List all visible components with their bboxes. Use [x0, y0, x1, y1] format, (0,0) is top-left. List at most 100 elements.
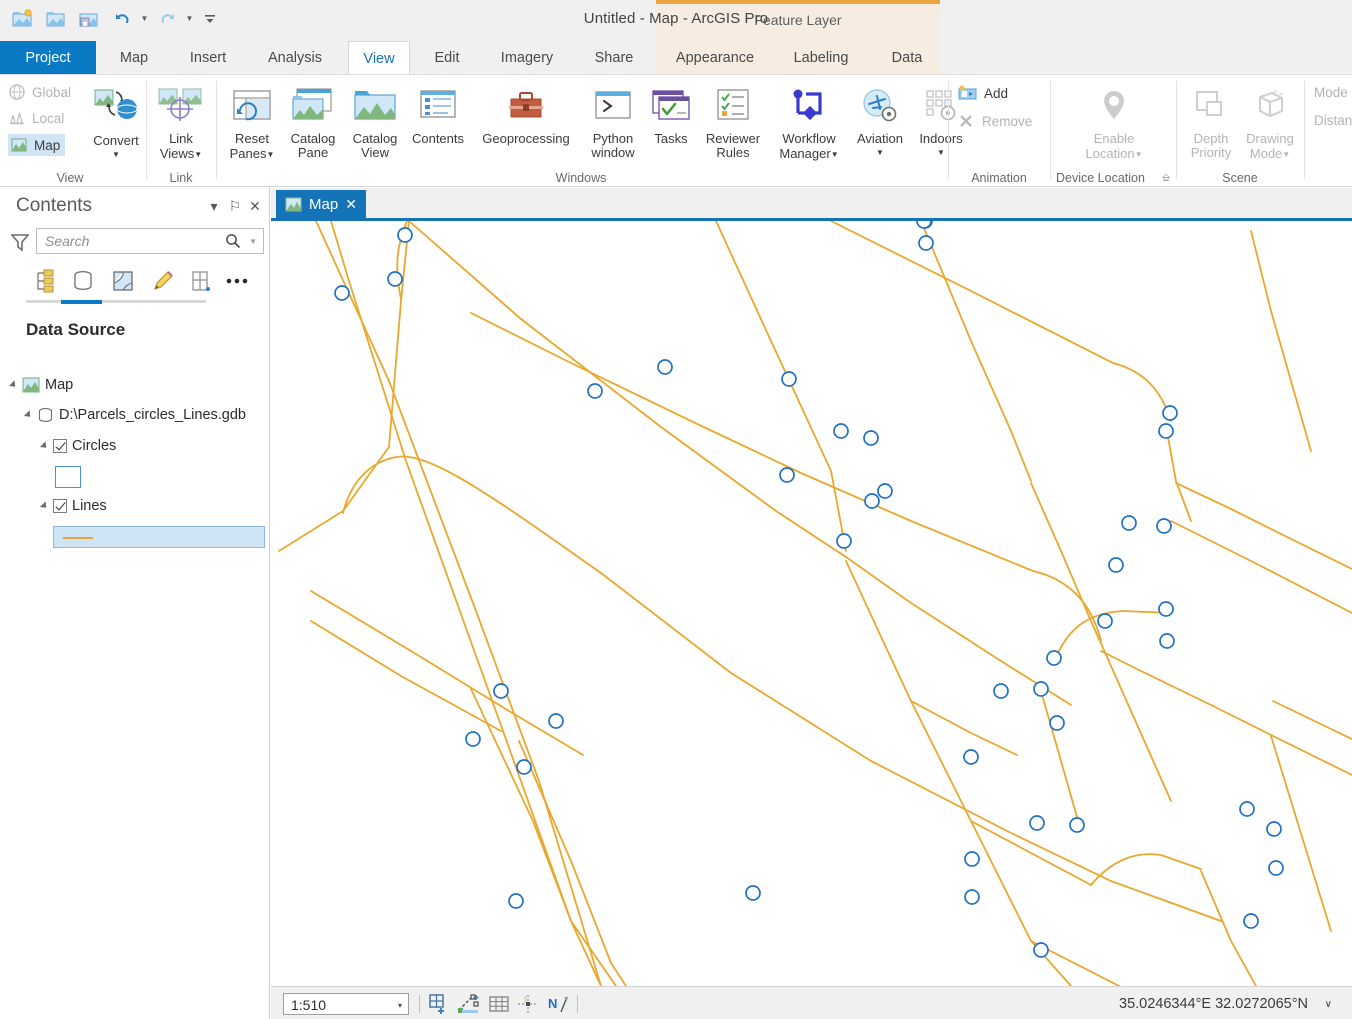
tab-labeling[interactable]: Labeling [778, 41, 864, 75]
circle-feature[interactable] [509, 894, 523, 908]
circle-feature[interactable] [964, 750, 978, 764]
line-feature[interactable] [716, 221, 846, 551]
circle-feature[interactable] [658, 360, 672, 374]
circle-feature[interactable] [834, 424, 848, 438]
enable-location-dropdown-caret[interactable]: ▼ [1135, 150, 1143, 159]
view-tab-close-icon[interactable]: ✕ [345, 196, 357, 213]
explore-tool-icon[interactable] [517, 994, 541, 1014]
circle-feature[interactable] [965, 852, 979, 866]
symbol-swatch-circles[interactable] [55, 466, 81, 488]
line-feature[interactable] [409, 221, 1071, 705]
tab-map[interactable]: Map [104, 41, 164, 75]
search-options-caret-icon[interactable]: ▼ [249, 237, 257, 246]
circle-feature[interactable] [864, 431, 878, 445]
line-feature[interactable] [1101, 651, 1352, 775]
filter-icon[interactable] [10, 232, 30, 257]
view-local-button[interactable]: Local [8, 109, 64, 127]
reviewer-rules-button[interactable]: Reviewer Rules [698, 87, 768, 160]
indoors-dropdown-caret[interactable]: ▼ [937, 146, 945, 160]
expand-arrow-icon[interactable] [24, 410, 33, 419]
workflow-manager-dropdown-caret[interactable]: ▼ [831, 150, 839, 159]
tree-item-lines[interactable]: Lines [42, 498, 107, 514]
tab-project[interactable]: Project [0, 41, 96, 75]
list-by-drawing-order-icon[interactable] [28, 266, 62, 296]
workflow-manager-button[interactable]: Workflow Manager▼ [768, 87, 850, 162]
expand-arrow-icon[interactable] [40, 501, 49, 510]
coordinates-chevron-down-icon[interactable]: ∨ [1325, 999, 1332, 1010]
list-by-snapping-icon[interactable] [184, 266, 218, 296]
line-feature[interactable] [311, 591, 583, 755]
convert-button[interactable]: Convert ▼ [85, 87, 147, 162]
circle-feature[interactable] [782, 372, 796, 386]
catalog-pane-button[interactable]: Catalog Pane [282, 87, 344, 160]
map-geometry[interactable] [271, 221, 1352, 986]
expand-arrow-icon[interactable] [9, 380, 18, 389]
grid-icon[interactable] [487, 994, 511, 1014]
line-feature[interactable] [1057, 611, 1171, 655]
line-feature[interactable] [316, 221, 601, 986]
circle-feature[interactable] [1122, 516, 1136, 530]
circle-feature[interactable] [1034, 943, 1048, 957]
reset-panes-dropdown-caret[interactable]: ▼ [266, 150, 274, 159]
aviation-button[interactable]: Aviation ▼ [850, 87, 910, 160]
expand-arrow-icon[interactable] [40, 441, 49, 450]
catalog-view-button[interactable]: Catalog View [344, 87, 406, 160]
line-feature[interactable] [1171, 521, 1352, 613]
python-window-button[interactable]: Python window [582, 87, 644, 160]
geoprocessing-button[interactable]: Geoprocessing [472, 87, 580, 146]
line-feature[interactable] [311, 621, 501, 731]
circle-feature[interactable] [494, 684, 508, 698]
line-feature[interactable] [846, 561, 1071, 986]
layer-visibility-checkbox-lines[interactable] [53, 499, 67, 513]
circle-feature[interactable] [1034, 682, 1048, 696]
chevron-down-icon[interactable]: ▾ [398, 1001, 402, 1010]
aviation-dropdown-caret[interactable]: ▼ [876, 146, 884, 160]
circle-feature[interactable] [1047, 651, 1061, 665]
tab-view[interactable]: View [348, 41, 410, 75]
circle-feature[interactable] [588, 384, 602, 398]
circle-feature[interactable] [1244, 914, 1258, 928]
tab-imagery[interactable]: Imagery [484, 41, 570, 75]
contents-button[interactable]: Contents [404, 87, 472, 146]
circle-feature[interactable] [388, 272, 402, 286]
circle-feature[interactable] [1098, 614, 1112, 628]
layer-visibility-checkbox-circles[interactable] [53, 439, 67, 453]
map-scale-combobox[interactable]: 1:510 ▾ [283, 993, 409, 1015]
circle-feature[interactable] [965, 890, 979, 904]
line-feature[interactable] [519, 741, 626, 986]
line-feature[interactable] [1041, 691, 1081, 831]
depth-priority-button[interactable]: Depth Priority [1182, 87, 1240, 160]
line-feature[interactable] [921, 221, 1031, 481]
list-by-selection-icon[interactable] [106, 266, 140, 296]
drawing-mode-dropdown-caret[interactable]: ▼ [1282, 150, 1290, 159]
circle-feature[interactable] [780, 468, 794, 482]
circle-feature[interactable] [1240, 802, 1254, 816]
map-canvas[interactable] [271, 221, 1352, 986]
circle-feature[interactable] [1157, 519, 1171, 533]
circle-feature[interactable] [919, 236, 933, 250]
close-icon[interactable]: ✕ [246, 197, 264, 215]
list-by-data-source-icon[interactable] [66, 266, 100, 296]
tree-item-map[interactable]: Map [11, 377, 73, 393]
line-feature[interactable] [279, 221, 409, 551]
tasks-button[interactable]: Tasks [644, 87, 698, 146]
distance-label-clipped[interactable]: Distan [1314, 113, 1352, 128]
circle-feature[interactable] [1030, 816, 1044, 830]
north-arrow-icon[interactable]: N [547, 994, 571, 1014]
measure-icon[interactable] [457, 994, 481, 1014]
pin-icon[interactable]: ⚐ [226, 197, 244, 215]
circle-feature[interactable] [837, 534, 851, 548]
animation-add-button[interactable]: Add [958, 85, 1008, 101]
line-feature[interactable] [1031, 483, 1171, 801]
tree-item-geodatabase[interactable]: D:\Parcels_circles_Lines.gdb [26, 407, 246, 423]
line-feature[interactable] [1091, 854, 1201, 885]
mode-label-clipped[interactable]: Mode [1314, 85, 1348, 100]
circle-feature[interactable] [865, 494, 879, 508]
circle-feature[interactable] [1159, 602, 1173, 616]
view-global-button[interactable]: Global [8, 83, 71, 101]
line-feature[interactable] [1176, 483, 1352, 569]
circle-feature[interactable] [398, 228, 412, 242]
tab-appearance[interactable]: Appearance [664, 41, 766, 75]
select-features-icon[interactable] [427, 994, 451, 1014]
view-tab-map[interactable]: Map ✕ [276, 190, 366, 218]
